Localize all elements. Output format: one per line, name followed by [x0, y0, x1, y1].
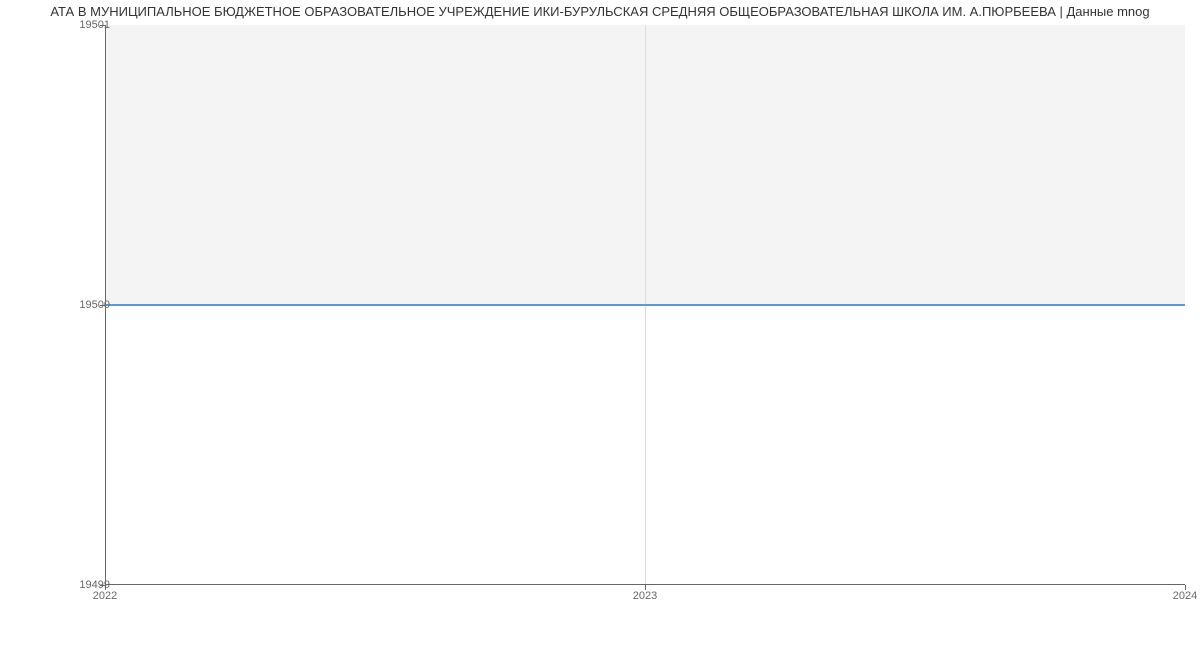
chart-container: АТА В МУНИЦИПАЛЬНОЕ БЮДЖЕТНОЕ ОБРАЗОВАТЕ… — [0, 0, 1200, 650]
data-line — [105, 304, 1185, 306]
y-tick-label: 19500 — [79, 299, 110, 311]
chart-title: АТА В МУНИЦИПАЛЬНОЕ БЮДЖЕТНОЕ ОБРАЗОВАТЕ… — [0, 0, 1200, 19]
x-tick-label: 2023 — [633, 590, 657, 602]
y-tick-label: 19501 — [79, 19, 110, 31]
x-tick-label: 2022 — [93, 590, 117, 602]
plot-area — [105, 25, 1185, 585]
x-tick-label: 2024 — [1173, 590, 1197, 602]
grid-region — [105, 25, 1185, 585]
